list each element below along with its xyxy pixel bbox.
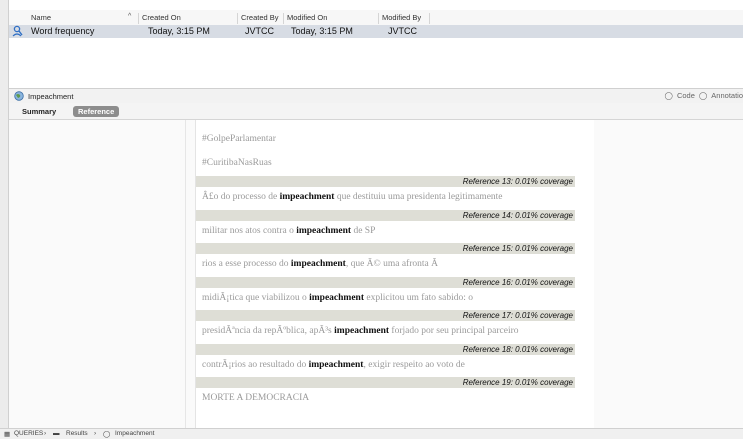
- column-name[interactable]: Name: [31, 13, 51, 22]
- query-created-on: Today, 3:15 PM: [148, 26, 210, 36]
- reference-context-before: rios a esse processo do: [202, 259, 291, 269]
- reference-keyword: impeachment: [308, 359, 364, 370]
- reference-context-after: explicitou um fato sabido: o: [364, 292, 473, 303]
- reference-text: rios a esse processo do impeachment, que…: [202, 259, 438, 269]
- node-title-bar: Impeachment ◯ Code ◯ Annotatio: [9, 88, 743, 104]
- reference-text: militar nos atos contra o impeachment de…: [202, 226, 375, 236]
- sort-ascending-icon[interactable]: ^: [128, 13, 131, 20]
- view-tabs: Summary Reference: [9, 103, 743, 120]
- reference-context-after: de SP: [351, 225, 376, 236]
- query-name: Word frequency: [31, 26, 95, 36]
- annotations-button[interactable]: Annotatio: [711, 91, 743, 100]
- node-actions: ◯ Code ◯ Annotatio: [665, 91, 743, 100]
- reference-context-before: MORTE A DEMOCRACIA: [202, 393, 310, 403]
- reference-keyword: impeachment: [296, 225, 352, 236]
- reference-document[interactable]: #GolpeParlamentar #CuritibaNasRuas Refer…: [195, 120, 595, 428]
- node-title: Impeachment: [28, 92, 74, 101]
- column-divider: [283, 13, 284, 24]
- column-modified-by[interactable]: Modified By: [382, 13, 421, 22]
- breadcrumb-node-icon: ◯: [103, 431, 111, 438]
- reference-keyword: impeachment: [290, 259, 346, 269]
- reference-header: Reference 19: 0.01% coverage: [196, 377, 575, 388]
- reference-context-before: Â£o do processo de: [202, 192, 280, 202]
- reference-keyword: impeachment: [334, 326, 390, 336]
- reference-header: Reference 17: 0.01% coverage: [196, 310, 575, 321]
- column-divider: [378, 13, 379, 24]
- reference-text: MORTE A DEMOCRACIA: [202, 393, 309, 403]
- reference-context-after: forjado por seu principal parceiro: [389, 326, 519, 336]
- column-divider: [237, 13, 238, 24]
- doc-line: #GolpeParlamentar: [202, 134, 276, 144]
- reference-context-after: , exigir respeito ao voto de: [363, 359, 465, 370]
- reference-header: Reference 16: 0.01% coverage: [196, 276, 575, 288]
- code-lightbulb-icon[interactable]: ◯: [665, 91, 673, 100]
- reference-context-before: midiÃ¡tica que viabilizou o: [202, 292, 310, 303]
- node-globe-icon: [14, 91, 24, 101]
- content-area: #GolpeParlamentar #CuritibaNasRuas Refer…: [9, 120, 743, 428]
- breadcrumb-chevron-icon: ›: [44, 430, 47, 437]
- breadcrumb: ▦ QUERIES › ▬ Results › ◯ Impeachment: [0, 428, 743, 439]
- breadcrumb-impeachment[interactable]: Impeachment: [115, 430, 154, 437]
- reference-text: midiÃ¡tica que viabilizou o impeachment …: [202, 293, 473, 303]
- column-divider: [429, 13, 430, 24]
- list-header: Name ^ Created On Created By Modified On…: [9, 10, 743, 26]
- breadcrumb-chevron-icon: ›: [94, 430, 97, 437]
- breadcrumb-queries-icon: ▦: [4, 431, 11, 438]
- tab-reference[interactable]: Reference: [73, 106, 120, 117]
- code-button[interactable]: Code: [677, 91, 695, 100]
- query-modified-by: JVTCC: [388, 26, 417, 36]
- left-pane: [9, 120, 186, 428]
- annotations-speech-icon[interactable]: ◯: [699, 91, 707, 100]
- reference-text: presidÃªncia da repÃºblica, apÃ³s impeac…: [202, 326, 519, 336]
- reference-context-before: contrÃ¡rios ao resultado do: [202, 359, 309, 370]
- query-row[interactable]: Word frequency Today, 3:15 PM JVTCC Toda…: [9, 25, 743, 38]
- reference-context-before: militar nos atos contra o: [202, 225, 297, 236]
- tab-summary[interactable]: Summary: [22, 107, 56, 116]
- reference-context-after: , que Ã© uma afronta Ã: [345, 259, 438, 269]
- reference-context-before: presidÃªncia da repÃºblica, apÃ³s: [202, 326, 335, 336]
- reference-keyword: impeachment: [279, 192, 335, 202]
- doc-line: #CuritibaNasRuas: [202, 158, 272, 168]
- query-icon: [12, 25, 23, 37]
- column-divider: [138, 13, 139, 24]
- reference-header: Reference 13: 0.01% coverage: [196, 176, 575, 187]
- query-created-by: JVTCC: [245, 26, 274, 36]
- left-edge-strip: [0, 0, 9, 438]
- query-modified-on: Today, 3:15 PM: [291, 26, 353, 36]
- breadcrumb-queries[interactable]: QUERIES: [14, 430, 43, 437]
- reference-text: Â£o do processo de impeachment que desti…: [202, 192, 503, 202]
- reference-header: Reference 18: 0.01% coverage: [196, 343, 575, 355]
- column-created-by[interactable]: Created By: [241, 13, 279, 22]
- reference-header: Reference 14: 0.01% coverage: [196, 209, 575, 221]
- reference-text: contrÃ¡rios ao resultado do impeachment,…: [202, 360, 465, 370]
- right-pane: [594, 120, 743, 428]
- reference-context-after: que destituiu uma presidenta legitimamen…: [334, 192, 503, 202]
- reference-header: Reference 15: 0.01% coverage: [196, 243, 575, 254]
- breadcrumb-folder-icon: ▬: [53, 430, 60, 437]
- column-modified-on[interactable]: Modified On: [287, 13, 327, 22]
- reference-keyword: impeachment: [309, 292, 365, 303]
- column-created-on[interactable]: Created On: [142, 13, 181, 22]
- breadcrumb-results[interactable]: Results: [66, 430, 88, 437]
